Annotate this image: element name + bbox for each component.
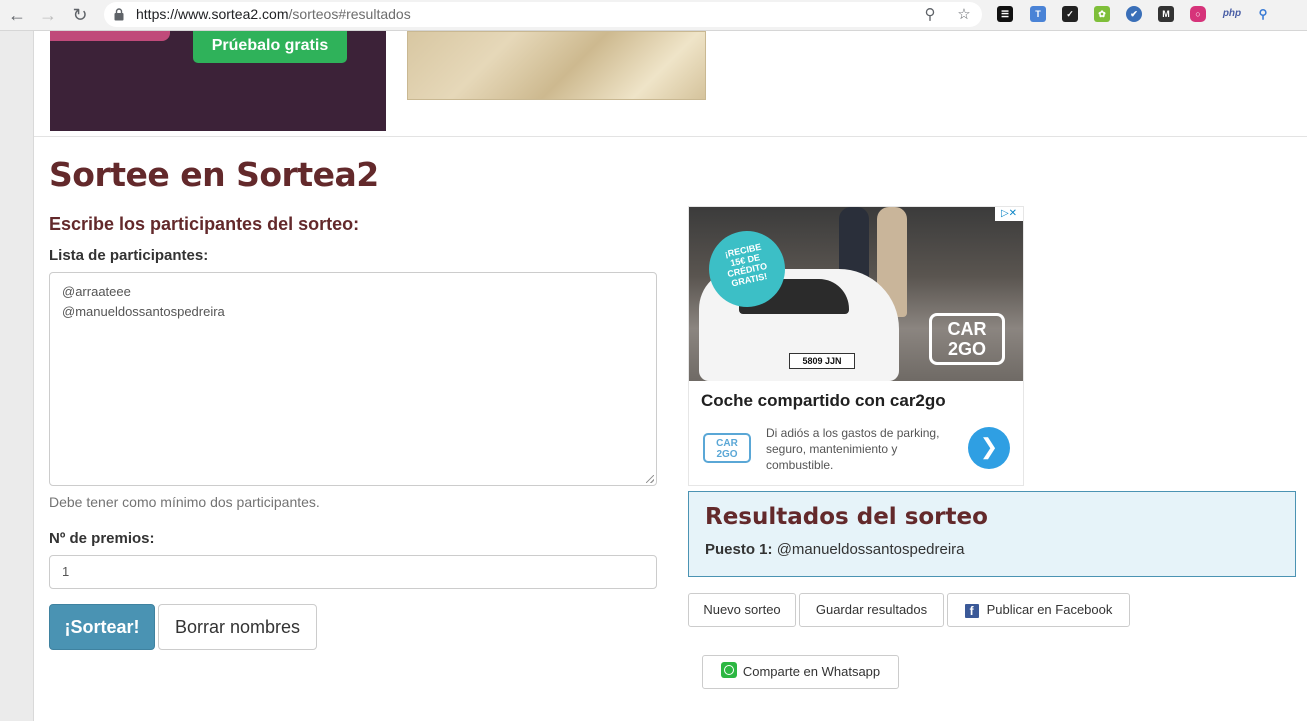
result-position: Puesto 1: @manueldossantospedreira	[705, 541, 965, 558]
new-draw-button[interactable]: Nuevo sorteo	[688, 593, 796, 627]
top-banner-image[interactable]	[407, 31, 706, 100]
try-free-button[interactable]: Prúebalo gratis	[193, 31, 347, 63]
star-icon[interactable]: ☆	[954, 5, 974, 25]
adchoices-icon[interactable]: ▷✕	[995, 207, 1023, 221]
divider	[34, 136, 1307, 137]
car2go-logo: CAR 2GO	[929, 313, 1005, 365]
url-path: /sorteos#resultados	[288, 6, 411, 22]
key-icon[interactable]: ⚲	[920, 5, 940, 25]
participants-label: Lista de participantes:	[49, 247, 209, 264]
forward-icon[interactable]: →	[37, 4, 59, 26]
clear-names-button[interactable]: Borrar nombres	[158, 604, 317, 650]
facebook-icon: f	[964, 604, 979, 618]
banner-device-graphic	[50, 31, 170, 41]
save-results-button[interactable]: Guardar resultados	[799, 593, 944, 627]
prizes-label: Nº de premios:	[49, 530, 155, 547]
participant-line: @arraateee	[62, 284, 131, 299]
participant-line: @manueldossantospedreira	[62, 304, 225, 319]
instagram-icon[interactable]: ○	[1190, 6, 1206, 22]
browser-toolbar: ← → ↻ https://www.sortea2.com/sorteos#re…	[0, 0, 1307, 31]
share-whatsapp-button[interactable]: Comparte en Whatsapp	[702, 655, 899, 689]
participants-subtitle: Escribe los participantes del sorteo:	[49, 214, 360, 234]
chevron-right-icon[interactable]: ❯	[968, 427, 1010, 469]
search-icon[interactable]: ⚲	[1255, 6, 1271, 22]
logo-line: 2GO	[716, 449, 738, 460]
draw-button[interactable]: ¡Sortear!	[49, 604, 155, 650]
back-icon[interactable]: ←	[6, 4, 28, 26]
participants-textarea[interactable]: @arraateee @manueldossantospedreira	[49, 272, 657, 486]
translate-icon[interactable]: T	[1030, 6, 1046, 22]
car2go-ad[interactable]: 5809 JJN ¡RECIBE 15€ DE CRÉDITO GRATIS! …	[688, 206, 1024, 486]
page-content: Prúebalo gratis Sortee en Sortea2 Escrib…	[33, 31, 1307, 721]
car2go-small-logo: CAR 2GO	[703, 433, 751, 463]
page-title: Sortee en Sortea2	[49, 155, 379, 194]
prizes-input[interactable]: 1	[49, 555, 657, 589]
checklist-icon[interactable]: ✓	[1062, 6, 1078, 22]
address-bar[interactable]: https://www.sortea2.com/sorteos#resultad…	[104, 2, 982, 27]
m-icon[interactable]: M	[1158, 6, 1174, 22]
logo-line: 2GO	[947, 339, 986, 359]
publish-facebook-button[interactable]: f Publicar en Facebook	[947, 593, 1130, 627]
whatsapp-icon	[720, 662, 737, 678]
php-icon[interactable]: php	[1221, 6, 1243, 22]
logo-line: CAR	[947, 319, 987, 339]
ad-plate: 5809 JJN	[789, 353, 855, 369]
shield-icon[interactable]: ✔	[1126, 6, 1142, 22]
help-text: Debe tener como mínimo dos participantes…	[49, 494, 320, 510]
share-whatsapp-label: Comparte en Whatsapp	[742, 664, 881, 679]
ad-headline[interactable]: Coche compartido con car2go	[701, 391, 946, 411]
gear-flower-icon[interactable]: ✿	[1094, 6, 1110, 22]
ad-image[interactable]: 5809 JJN ¡RECIBE 15€ DE CRÉDITO GRATIS! …	[689, 207, 1023, 381]
lock-icon	[114, 8, 124, 21]
url-text[interactable]: https://www.sortea2.com/sorteos#resultad…	[136, 6, 411, 22]
resize-handle[interactable]	[646, 475, 654, 483]
layers-icon[interactable]: ☰	[997, 6, 1013, 22]
top-banner-ad[interactable]: Prúebalo gratis	[50, 31, 386, 131]
results-panel: Resultados del sorteo Puesto 1: @manueld…	[688, 491, 1296, 577]
publish-facebook-label: Publicar en Facebook	[986, 602, 1113, 617]
ad-body: Di adiós a los gastos de parking, seguro…	[766, 426, 940, 472]
reload-icon[interactable]: ↻	[69, 4, 91, 26]
results-title: Resultados del sorteo	[705, 504, 988, 530]
logo-line: CAR	[716, 438, 738, 449]
position-label: Puesto 1:	[705, 541, 773, 558]
winner-name: @manueldossantospedreira	[776, 541, 965, 558]
url-host: https://www.sortea2.com	[136, 6, 289, 22]
